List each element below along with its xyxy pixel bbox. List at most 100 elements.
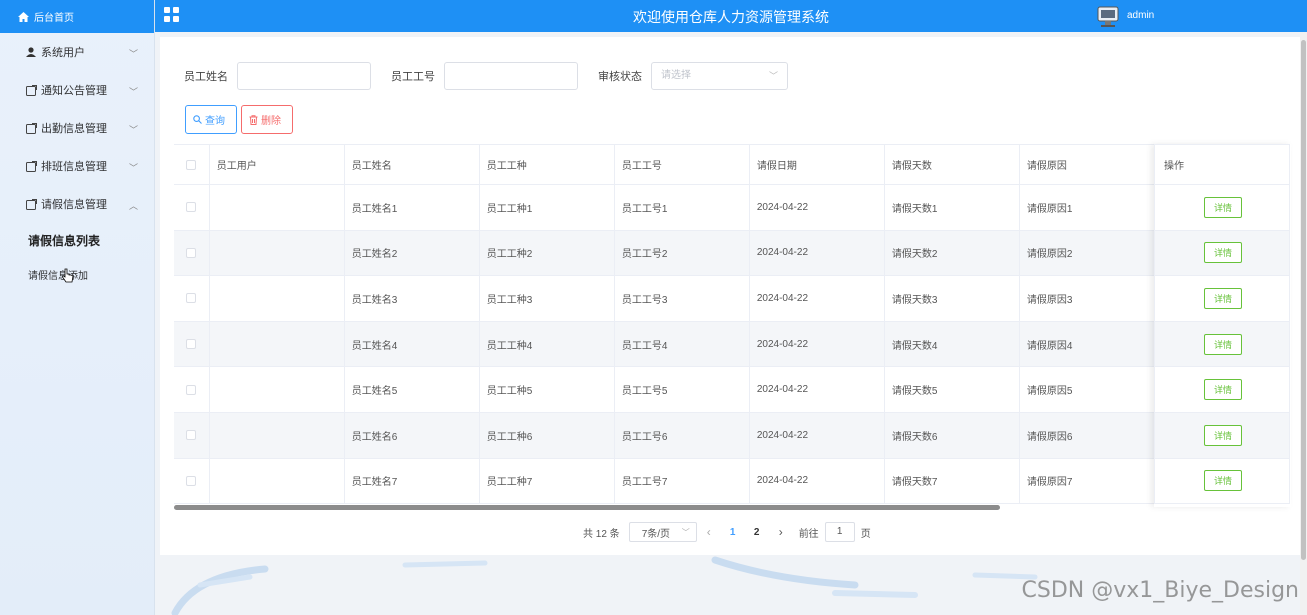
sidebar-sub-label: 请假信息添加 [28,270,88,282]
row-checkbox-cell [174,367,210,412]
table-cell: 员工姓名3 [345,276,480,321]
sidebar-sub-leave-list[interactable]: 请假信息列表 [0,223,154,257]
page-scrollbar[interactable] [1300,32,1307,615]
table-cell: 2024-04-22 [750,185,885,230]
table-cell: 请假原因5 [1020,367,1155,412]
sidebar-menu-label: 通知公告管理 [41,85,107,97]
avatar[interactable] [1095,3,1121,29]
name-input[interactable] [237,62,371,90]
goto-page-input[interactable]: 1 [824,522,855,542]
select-all-checkbox-cell [174,145,210,184]
table-row[interactable]: 员工姓名4 员工工种4 员工工号4 2024-04-22 请假天数4 请假原因4 详情 [174,321,1290,368]
watermark: CSDN @vx1_Biye_Design [1021,578,1299,603]
row-checkbox[interactable] [186,293,197,304]
chevron-down-icon: ﹀ [128,87,138,97]
search-icon [193,115,202,124]
page-scrollbar-thumb[interactable] [1301,40,1306,560]
detail-button[interactable]: 详情 [1203,242,1242,264]
delete-button-label: 删除 [261,116,281,127]
table-cell: 请假天数4 [885,321,1020,367]
table-row[interactable]: 员工姓名1 员工工种1 员工工号1 2024-04-22 请假天数1 请假原因1 详情 [174,185,1290,231]
content-card: 员工姓名 员工工号 审核状态 请选择 ﹀ 查询 删除 员工用户 员工姓名 员工工… [160,37,1305,555]
row-checkbox[interactable] [186,430,197,441]
table-row[interactable]: 员工姓名2 员工工种2 员工工号2 2024-04-22 请假天数2 请假原因2 详情 [174,230,1290,277]
column-header: 操作 [1155,145,1290,184]
column-header: 请假日期 [750,145,885,184]
table-cell: 员工姓名1 [345,185,480,230]
home-icon [18,11,29,22]
sidebar-menu-schedule[interactable]: 排班信息管理 ﹀ [0,147,154,185]
table-cell: 员工工种6 [480,413,615,458]
table-cell [210,367,345,412]
chevron-down-icon: ﹀ [681,527,690,537]
sidebar-menu-system-user[interactable]: 系统用户 ﹀ [0,33,154,71]
action-cell: 详情 [1155,276,1290,321]
table-cell: 请假原因2 [1020,230,1155,276]
detail-button[interactable]: 详情 [1203,333,1242,355]
id-input[interactable] [444,62,578,90]
detail-button[interactable]: 详情 [1203,379,1242,401]
doc-icon [25,122,37,134]
sidebar-menu-leave[interactable]: 请假信息管理 ︿ [0,185,154,223]
status-select[interactable]: 请选择 ﹀ [651,62,788,90]
table-header-row: 员工用户 员工姓名 员工工种 员工工号 请假日期 请假天数 请假原因 操作 [174,145,1290,185]
table-cell: 员工工种3 [480,276,615,321]
detail-button[interactable]: 详情 [1203,287,1242,309]
table-cell: 请假天数3 [885,276,1020,321]
sidebar-menu-label: 系统用户 [41,47,85,59]
row-checkbox-cell [174,413,210,458]
chevron-down-icon: ﹀ [128,49,138,59]
table-cell: 员工工号4 [615,321,750,367]
query-button[interactable]: 查询 [185,105,237,134]
select-all-checkbox[interactable] [186,159,197,170]
detail-button[interactable]: 详情 [1203,424,1242,446]
page-number[interactable]: 1 [721,527,745,538]
row-checkbox[interactable] [186,475,197,486]
table-cell: 员工姓名4 [345,321,480,367]
sidebar-menu-label: 排班信息管理 [41,161,107,173]
row-checkbox[interactable] [186,384,197,395]
sidebar-home[interactable]: 后台首页 [0,0,154,33]
detail-button[interactable]: 详情 [1203,196,1242,218]
next-page-icon[interactable]: › [779,525,783,539]
table-row[interactable]: 员工姓名6 员工工种6 员工工号6 2024-04-22 请假天数6 请假原因6 详情 [174,413,1290,459]
detail-button[interactable]: 详情 [1203,470,1242,492]
horizontal-scrollbar[interactable] [174,505,1000,510]
page-size-select[interactable]: 7条/页 ﹀ [628,522,697,542]
table-cell [210,458,345,504]
table-cell: 2024-04-22 [750,230,885,276]
row-checkbox-cell [174,458,210,504]
doc-icon [25,160,37,172]
table-cell: 请假原因7 [1020,458,1155,504]
sidebar: 后台首页 系统用户 ﹀ 通知公告管理 ﹀ 出勤信息管理 ﹀ 排班信息管理 ﹀ 请… [0,0,155,615]
name-label: 员工姓名 [184,71,228,83]
prev-page-icon[interactable]: ‹ [707,525,711,539]
sidebar-sub-leave-add[interactable]: 请假信息添加 [0,257,154,291]
status-placeholder: 请选择 [661,70,691,81]
username[interactable]: admin [1127,10,1154,21]
page-number[interactable]: 2 [745,527,769,538]
sidebar-home-label: 后台首页 [34,13,74,24]
table-row[interactable]: 员工姓名5 员工工种5 员工工号5 2024-04-22 请假天数5 请假原因5 详情 [174,367,1290,413]
row-checkbox-cell [174,185,210,230]
sidebar-menu-attendance[interactable]: 出勤信息管理 ﹀ [0,109,154,147]
delete-button[interactable]: 删除 [241,105,293,134]
pagination-total: 共 12 条 [583,528,620,540]
row-checkbox-cell [174,321,210,367]
table-cell [210,413,345,458]
action-cell: 详情 [1155,321,1290,367]
row-checkbox[interactable] [186,247,197,258]
table-row[interactable]: 员工姓名3 员工工种3 员工工号3 2024-04-22 请假天数3 请假原因3 详情 [174,276,1290,322]
row-checkbox-cell [174,276,210,321]
table-cell: 员工工种2 [480,230,615,276]
table-cell: 请假天数7 [885,458,1020,504]
sidebar-menu-notice[interactable]: 通知公告管理 ﹀ [0,71,154,109]
table-cell: 员工工号6 [615,413,750,458]
column-header: 员工姓名 [345,145,480,184]
table-cell: 2024-04-22 [750,413,885,458]
row-checkbox[interactable] [186,339,197,350]
table-cell: 请假原因1 [1020,185,1155,230]
row-checkbox[interactable] [186,202,197,213]
table-row[interactable]: 员工姓名7 员工工种7 员工工号7 2024-04-22 请假天数7 请假原因7 详情 [174,458,1290,505]
id-label: 员工工号 [391,71,435,83]
